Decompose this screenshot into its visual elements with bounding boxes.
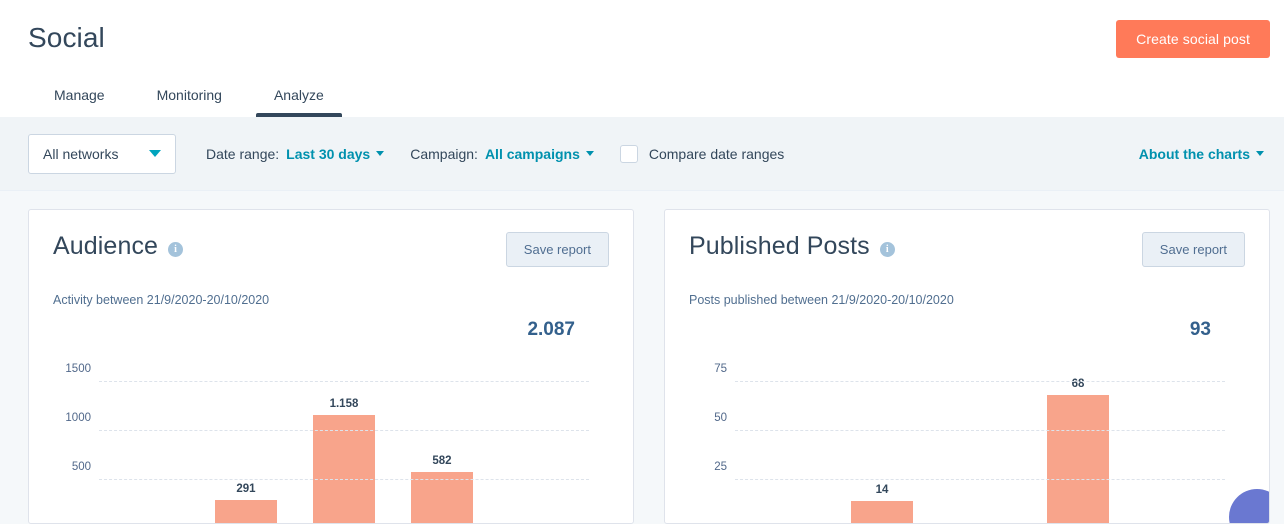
compare-date-ranges-checkbox[interactable] xyxy=(619,144,638,163)
chart-bar[interactable]: 291 xyxy=(214,357,278,523)
y-axis-tick-label: 1000 xyxy=(65,411,91,424)
create-social-post-button[interactable]: Create social post xyxy=(1116,20,1270,58)
chevron-down-icon xyxy=(585,151,594,156)
save-report-button-published-posts[interactable]: Save report xyxy=(1141,232,1245,267)
gridline xyxy=(99,380,589,382)
published-posts-chart: 93 14 68 25 50 75 xyxy=(689,319,1245,523)
save-report-button-audience[interactable]: Save report xyxy=(505,232,609,267)
audience-chart: 2.087 291 1.158 582 500 1000 1500 xyxy=(53,319,609,523)
published-posts-total-value: 93 xyxy=(1189,319,1211,340)
bar-rect xyxy=(850,501,914,523)
tab-monitoring[interactable]: Monitoring xyxy=(131,77,248,117)
bar-rect xyxy=(312,415,376,523)
y-axis-tick-label: 25 xyxy=(714,460,727,473)
about-the-charts-label: About the charts xyxy=(1138,145,1250,162)
gridline xyxy=(735,429,1225,431)
tab-manage[interactable]: Manage xyxy=(28,77,131,117)
audience-card-subtitle: Activity between 21/9/2020-20/10/2020 xyxy=(53,293,270,307)
published-posts-card-header: Published Posts i Save report xyxy=(689,232,1245,267)
tab-analyze[interactable]: Analyze xyxy=(248,77,350,117)
chevron-down-icon xyxy=(1256,151,1264,156)
filter-bar: All networks Date range: Last 30 days Ca… xyxy=(0,117,1284,191)
chart-bar[interactable]: 14 xyxy=(850,357,914,523)
campaign-label: Campaign: xyxy=(410,145,478,162)
date-range-dropdown[interactable]: Last 30 days xyxy=(286,145,385,162)
date-range-value: Last 30 days xyxy=(286,145,371,162)
compare-date-ranges-label: Compare date ranges xyxy=(648,145,785,162)
primary-tabs: Manage Monitoring Analyze xyxy=(28,77,350,117)
published-posts-bars: 14 68 xyxy=(735,357,1225,523)
audience-card-header: Audience i Save report xyxy=(53,232,609,267)
chevron-down-icon xyxy=(376,151,385,156)
audience-total-value: 2.087 xyxy=(527,319,575,340)
bar-rect xyxy=(214,500,278,523)
chart-bar[interactable]: 1.158 xyxy=(312,357,376,523)
gridline xyxy=(735,478,1225,480)
published-posts-card-title: Published Posts xyxy=(689,232,870,260)
campaign-dropdown[interactable]: All campaigns xyxy=(485,146,594,162)
y-axis-tick-label: 50 xyxy=(714,411,727,424)
report-cards: Audience i Save report Activity between … xyxy=(0,191,1284,524)
gridline xyxy=(99,478,589,480)
published-posts-card: Published Posts i Save report Posts publ… xyxy=(664,209,1270,524)
audience-card-title: Audience xyxy=(53,232,159,260)
bar-value-label: 1.158 xyxy=(329,398,359,411)
bar-value-label: 291 xyxy=(236,483,256,496)
audience-bars: 291 1.158 582 xyxy=(99,357,589,523)
audience-title-wrap: Audience i xyxy=(53,232,184,261)
info-icon[interactable]: i xyxy=(879,242,895,257)
campaign-value: All campaigns xyxy=(484,145,580,162)
about-the-charts-dropdown[interactable]: About the charts xyxy=(1139,146,1270,162)
published-posts-plot-area: 14 68 25 50 75 xyxy=(689,357,1245,523)
network-select-dropdown[interactable]: All networks xyxy=(28,133,176,174)
bar-rect xyxy=(1046,395,1110,523)
audience-plot-area: 291 1.158 582 500 1000 1500 xyxy=(53,357,609,523)
published-posts-title-wrap: Published Posts i xyxy=(689,232,895,261)
chart-bar[interactable]: 68 xyxy=(1046,357,1110,523)
y-axis-tick-label: 500 xyxy=(71,460,91,473)
date-range-filter: Date range: Last 30 days xyxy=(206,145,385,162)
published-posts-card-subtitle: Posts published between 21/9/2020-20/10/… xyxy=(689,293,954,307)
date-range-label: Date range: xyxy=(206,145,280,162)
info-icon[interactable]: i xyxy=(168,242,184,257)
page-title: Social xyxy=(28,22,105,53)
compare-date-ranges-toggle[interactable]: Compare date ranges xyxy=(619,144,785,163)
bar-value-label: 582 xyxy=(432,454,452,467)
bar-value-label: 14 xyxy=(875,484,889,497)
gridline xyxy=(735,380,1225,382)
page-header: Social Create social post Manage Monitor… xyxy=(0,0,1284,117)
y-axis-tick-label: 75 xyxy=(714,362,727,375)
gridline xyxy=(99,429,589,431)
chart-bar[interactable]: 582 xyxy=(410,357,474,523)
y-axis-tick-label: 1500 xyxy=(65,362,91,375)
campaign-filter: Campaign: All campaigns xyxy=(410,146,594,162)
chevron-down-icon xyxy=(149,150,161,157)
network-select-value: All networks xyxy=(43,145,119,162)
audience-card: Audience i Save report Activity between … xyxy=(28,209,634,524)
